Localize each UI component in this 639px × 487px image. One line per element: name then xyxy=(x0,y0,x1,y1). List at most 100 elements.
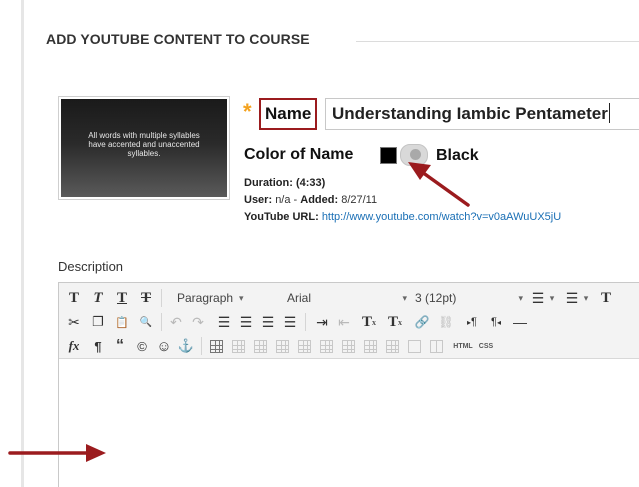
table-merge-cells-icon[interactable] xyxy=(405,335,423,357)
toolbar-separator xyxy=(305,313,306,331)
table-grid-icon xyxy=(231,339,245,353)
url-label: YouTube URL: xyxy=(244,211,319,223)
table-grid-icon xyxy=(253,339,267,353)
table-insert-icon[interactable] xyxy=(207,335,225,357)
font-family-dropdown[interactable]: Arial ▾ xyxy=(287,287,407,309)
table-grid-icon xyxy=(341,339,355,353)
color-swatch[interactable] xyxy=(380,147,397,164)
color-picker-button[interactable] xyxy=(400,144,428,166)
chevron-down-icon: ▾ xyxy=(518,292,523,303)
name-input[interactable]: Understanding Iambic Pentameter xyxy=(325,98,639,130)
table-row-before-icon[interactable] xyxy=(251,335,269,357)
table-grid-icon xyxy=(363,339,377,353)
text-color-icon[interactable]: T xyxy=(597,287,615,309)
rich-text-editor[interactable]: T T T T Paragraph ▾ Arial ▾ 3 (12pt) ▾ ☰ ▾ … xyxy=(58,282,639,487)
table-grid-icon xyxy=(319,339,333,353)
ltr-icon[interactable]: ▸ ¶ xyxy=(463,311,481,333)
table-delete-col-icon[interactable] xyxy=(361,335,379,357)
underline-icon[interactable]: T xyxy=(113,287,131,309)
user-label: User: xyxy=(244,194,273,206)
justify-icon[interactable]: ☰ xyxy=(281,311,299,333)
added-value: 8/27/11 xyxy=(341,194,378,206)
table-cell-icon xyxy=(407,339,421,353)
duration-label: Duration: xyxy=(244,177,293,189)
paragraph-format-dropdown[interactable]: Paragraph ▾ xyxy=(177,287,269,309)
required-star-icon: * xyxy=(243,99,252,124)
added-label: Added: xyxy=(300,194,339,206)
page-root: ADD YOUTUBE CONTENT TO COURSE All words … xyxy=(0,0,639,487)
copy-icon[interactable]: ❐ xyxy=(89,311,107,333)
video-frame: All words with multiple syllables have a… xyxy=(61,99,227,197)
superscript-icon[interactable]: Tx xyxy=(359,311,379,333)
undo-icon[interactable]: ↶ xyxy=(167,311,185,333)
superscript-x: x xyxy=(372,317,376,327)
user-value: n/a xyxy=(275,194,291,206)
table-properties-icon[interactable] xyxy=(229,335,247,357)
table-col-after-icon[interactable] xyxy=(339,335,357,357)
pilcrow-icon[interactable]: ¶ xyxy=(89,335,107,357)
redo-icon[interactable]: ↷ xyxy=(189,311,207,333)
thumbnail-caption: All words with multiple syllables have a… xyxy=(88,131,200,158)
table-grid-icon xyxy=(275,339,289,353)
copyright-icon[interactable]: © xyxy=(133,335,151,357)
youtube-url-link[interactable]: http://www.youtube.com/watch?v=v0aAWuUX5… xyxy=(322,211,561,223)
align-right-icon[interactable]: ☰ xyxy=(259,311,277,333)
align-center-icon[interactable]: ☰ xyxy=(237,311,255,333)
toolbar-separator xyxy=(161,289,162,307)
paste-icon[interactable]: 📋 xyxy=(113,311,131,333)
duration-value: (4:33) xyxy=(295,177,326,189)
link-icon[interactable]: 🔗 xyxy=(413,311,431,333)
italic-icon[interactable]: T xyxy=(89,287,107,309)
user-line: User: n/a - Added: 8/27/11 xyxy=(244,194,378,206)
subscript-x: x xyxy=(398,317,402,327)
bullet-list-icon[interactable]: ☰ xyxy=(529,287,547,309)
editor-toolbar: T T T T Paragraph ▾ Arial ▾ 3 (12pt) ▾ ☰ ▾ … xyxy=(59,283,639,359)
indent-icon[interactable]: ⇥ xyxy=(313,311,331,333)
duration-line: Duration: (4:33) xyxy=(244,177,325,189)
section-title: ADD YOUTUBE CONTENT TO COURSE xyxy=(46,31,310,47)
emoji-icon[interactable]: ☺ xyxy=(155,335,173,357)
toolbar-separator xyxy=(201,337,202,355)
unlink-icon[interactable]: ⛓ xyxy=(437,311,455,333)
url-line: YouTube URL: http://www.youtube.com/watc… xyxy=(244,211,561,223)
table-split-cells-icon[interactable] xyxy=(383,335,401,357)
table-delete-row-icon[interactable] xyxy=(295,335,313,357)
horizontal-rule-icon[interactable]: — xyxy=(511,311,529,333)
font-size-dropdown[interactable]: 3 (12pt) ▾ xyxy=(415,287,523,309)
chevron-down-icon: ▾ xyxy=(239,292,244,303)
strikethrough-icon[interactable]: T xyxy=(137,287,155,309)
align-left-icon[interactable]: ☰ xyxy=(215,311,233,333)
table-cell-icon xyxy=(429,339,443,353)
font-size-value: 3 (12pt) xyxy=(415,291,457,305)
editor-content-area[interactable] xyxy=(59,360,639,487)
quote-icon[interactable]: “ xyxy=(111,335,129,357)
left-rule xyxy=(21,0,24,487)
table-grid-icon xyxy=(209,339,223,353)
table-row-after-icon[interactable] xyxy=(273,335,291,357)
rtl-arrow: ◂ xyxy=(496,317,501,327)
table-grid-icon xyxy=(297,339,311,353)
color-of-name-label: Color of Name xyxy=(244,146,354,163)
table-cell-props-icon[interactable] xyxy=(427,335,445,357)
html-button[interactable]: HTML xyxy=(451,335,475,357)
formula-icon[interactable]: fx xyxy=(65,335,83,357)
outdent-icon[interactable]: ⇤ xyxy=(335,311,353,333)
css-button[interactable]: CSS xyxy=(475,335,497,357)
chevron-down-icon[interactable]: ▾ xyxy=(581,287,591,309)
title-divider xyxy=(356,41,639,42)
toolbar-separator xyxy=(161,313,162,331)
chevron-down-icon[interactable]: ▾ xyxy=(547,287,557,309)
name-input-value: Understanding Iambic Pentameter xyxy=(332,104,608,123)
chevron-down-icon: ▾ xyxy=(402,292,407,303)
cut-icon[interactable]: ✂ xyxy=(65,311,83,333)
video-thumbnail[interactable]: All words with multiple syllables have a… xyxy=(58,96,230,200)
rtl-icon[interactable]: ¶ ◂ xyxy=(487,311,505,333)
bold-icon[interactable]: T xyxy=(65,287,83,309)
subscript-icon[interactable]: Tx xyxy=(385,311,405,333)
search-icon[interactable]: 🔍 xyxy=(137,311,155,333)
numbered-list-icon[interactable]: ☰ xyxy=(563,287,581,309)
table-col-before-icon[interactable] xyxy=(317,335,335,357)
anchor-icon[interactable]: ⚓ xyxy=(177,335,195,357)
name-label: Name xyxy=(259,98,318,130)
color-value: Black xyxy=(436,147,479,164)
